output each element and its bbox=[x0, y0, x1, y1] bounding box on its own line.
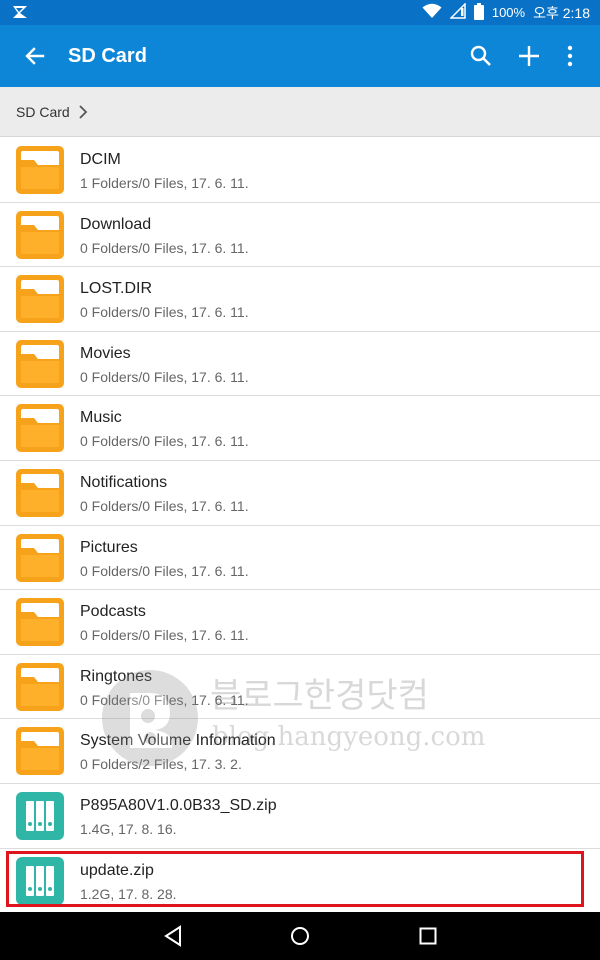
file-details: 0 Folders/0 Files, 17. 6. 11. bbox=[80, 691, 249, 708]
folder-icon bbox=[16, 533, 64, 582]
notification-icon bbox=[12, 4, 28, 25]
add-icon[interactable] bbox=[516, 43, 542, 69]
breadcrumb: SD Card bbox=[0, 87, 600, 137]
folder-icon bbox=[16, 468, 64, 517]
file-details: 0 Folders/0 Files, 17. 6. 11. bbox=[80, 368, 249, 385]
file-name: Ringtones bbox=[80, 667, 153, 685]
file-name: System Volume Information bbox=[80, 732, 276, 750]
list-item-folder[interactable]: DCIM 1 Folders/0 Files, 17. 6. 11. bbox=[0, 138, 600, 203]
nav-back-icon[interactable] bbox=[161, 924, 185, 948]
zip-archive-icon bbox=[16, 791, 64, 840]
list-item-folder[interactable]: Notifications 0 Folders/0 Files, 17. 6. 1… bbox=[0, 461, 600, 526]
file-details: 0 Folders/2 Files, 17. 3. 2. bbox=[80, 756, 242, 773]
navigation-bar bbox=[0, 912, 600, 960]
folder-icon bbox=[16, 339, 64, 388]
list-item-folder[interactable]: Download 0 Folders/0 Files, 17. 6. 11. bbox=[0, 203, 600, 268]
file-details: 0 Folders/0 Files, 17. 6. 11. bbox=[80, 497, 249, 514]
list-item-zip[interactable]: P895A80V1.0.0B33_SD.zip 1.4G, 17. 8. 16. bbox=[0, 784, 600, 849]
file-details: 0 Folders/0 Files, 17. 6. 11. bbox=[80, 239, 249, 256]
file-name: Notifications bbox=[80, 473, 168, 491]
list-item-folder[interactable]: Podcasts 0 Folders/0 Files, 17. 6. 11. bbox=[0, 590, 600, 655]
file-name: Movies bbox=[80, 344, 131, 362]
list-item-folder[interactable]: LOST.DIR 0 Folders/0 Files, 17. 6. 11. bbox=[0, 267, 600, 332]
signal-icon bbox=[449, 2, 466, 22]
zip-archive-icon bbox=[16, 856, 64, 905]
nav-recents-icon[interactable] bbox=[416, 924, 440, 948]
folder-icon bbox=[16, 727, 64, 776]
folder-icon bbox=[16, 662, 64, 711]
chevron-right-icon bbox=[78, 104, 88, 119]
file-details: 1 Folders/0 Files, 17. 6. 11. bbox=[80, 175, 249, 191]
file-list: DCIM 1 Folders/0 Files, 17. 6. 11. Downlo… bbox=[0, 138, 600, 914]
file-details: 0 Folders/0 Files, 17. 6. 11. bbox=[80, 433, 249, 450]
file-name: update.zip bbox=[80, 861, 154, 879]
file-details: 0 Folders/0 Files, 17. 6. 11. bbox=[80, 304, 249, 321]
page-title: SD Card bbox=[68, 45, 147, 67]
folder-icon bbox=[16, 598, 64, 647]
back-arrow-icon[interactable] bbox=[22, 43, 48, 69]
list-item-folder[interactable]: System Volume Information 0 Folders/2 Fil… bbox=[0, 719, 600, 784]
file-name: Pictures bbox=[80, 538, 138, 556]
app-bar: SD Card bbox=[0, 25, 600, 87]
file-details: 1.4G, 17. 8. 16. bbox=[80, 820, 177, 837]
file-details: 0 Folders/0 Files, 17. 6. 11. bbox=[80, 627, 249, 644]
list-item-folder[interactable]: Music 0 Folders/0 Files, 17. 6. 11. bbox=[0, 396, 600, 461]
breadcrumb-item-sd-card[interactable]: SD Card bbox=[16, 104, 70, 120]
file-details: 0 Folders/0 Files, 17. 6. 11. bbox=[80, 562, 249, 579]
battery-percent: 100% bbox=[491, 5, 526, 20]
file-name: Podcasts bbox=[80, 603, 146, 621]
file-name: P895A80V1.0.0B33_SD.zip bbox=[80, 796, 277, 814]
list-item-folder[interactable]: Ringtones 0 Folders/0 Files, 17. 6. 11. bbox=[0, 655, 600, 720]
nav-home-icon[interactable] bbox=[288, 924, 312, 948]
status-bar: 100% 오후 2:18 bbox=[0, 0, 600, 25]
file-name: Download bbox=[80, 215, 152, 233]
clock: 오후 2:18 bbox=[533, 4, 590, 21]
more-vert-icon[interactable] bbox=[559, 43, 585, 69]
folder-icon bbox=[16, 146, 64, 194]
file-name: LOST.DIR bbox=[80, 280, 153, 298]
list-item-folder[interactable]: Movies 0 Folders/0 Files, 17. 6. 11. bbox=[0, 332, 600, 397]
battery-icon bbox=[473, 2, 484, 23]
wifi-icon bbox=[422, 3, 442, 22]
file-name: Music bbox=[80, 409, 122, 427]
file-name: DCIM bbox=[80, 151, 121, 168]
list-item-zip[interactable]: update.zip 1.2G, 17. 8. 28. bbox=[0, 849, 600, 914]
folder-icon bbox=[16, 404, 64, 453]
search-icon[interactable] bbox=[468, 43, 494, 69]
list-item-folder[interactable]: Pictures 0 Folders/0 Files, 17. 6. 11. bbox=[0, 526, 600, 591]
folder-icon bbox=[16, 275, 64, 324]
file-details: 1.2G, 17. 8. 28. bbox=[80, 885, 177, 902]
folder-icon bbox=[16, 210, 64, 259]
